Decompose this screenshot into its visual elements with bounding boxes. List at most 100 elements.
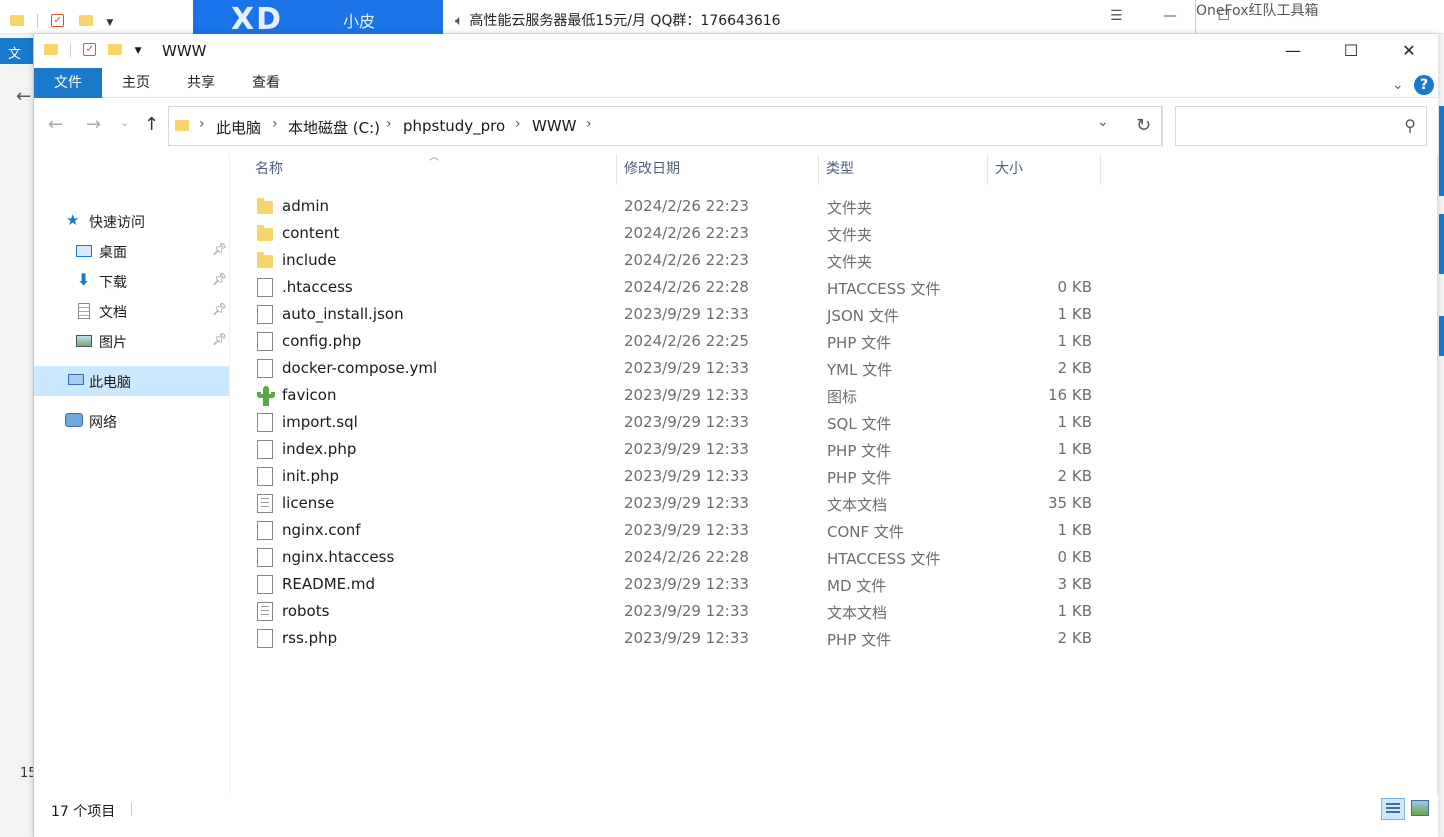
pin-icon[interactable]: 📌︎ <box>212 332 227 346</box>
breadcrumb-this-pc[interactable]: 此电脑 <box>216 117 261 138</box>
tab-share[interactable]: 共享 <box>174 68 228 98</box>
file-name: import.sql <box>282 413 358 431</box>
file-type: 文本文档 <box>827 604 888 622</box>
table-row[interactable]: license 2023/9/29 12:33 文本文档 35 KB <box>232 490 1438 517</box>
file-type: JSON 文件 <box>827 307 899 325</box>
minimize-button[interactable]: — <box>1264 34 1322 68</box>
file-name: content <box>282 224 340 242</box>
table-row[interactable]: docker-compose.yml 2023/9/29 12:33 YML 文件 2… <box>232 355 1438 382</box>
pin-icon[interactable]: 📌︎ <box>212 302 227 316</box>
sidebar-item-pictures[interactable]: 图片 📌︎ <box>34 326 229 356</box>
file-name: favicon <box>282 386 337 404</box>
file-name: robots <box>282 602 330 620</box>
table-row[interactable]: favicon 2023/9/29 12:33 图标 16 KB <box>232 382 1438 409</box>
chevron-right-icon[interactable]: › <box>272 116 278 132</box>
chevron-right-icon[interactable]: › <box>386 116 392 132</box>
sidebar-item-downloads[interactable]: ⬇ 下载 📌︎ <box>34 266 229 296</box>
table-row[interactable]: README.md 2023/9/29 12:33 MD 文件 3 KB <box>232 571 1438 598</box>
breadcrumb-local-disk[interactable]: 本地磁盘 (C:) <box>288 117 380 138</box>
sidebar-item-documents[interactable]: 文档 📌︎ <box>34 296 229 326</box>
help-icon[interactable]: ? <box>1414 75 1434 95</box>
back-arrow-icon: ← <box>16 86 32 107</box>
file-type: 文本文档 <box>827 496 888 514</box>
chevron-right-icon[interactable]: › <box>515 116 521 132</box>
file-date: 2023/9/29 12:33 <box>624 467 749 485</box>
chevron-right-icon[interactable]: › <box>199 116 205 132</box>
speaker-icon: 🔈︎ <box>455 13 464 29</box>
table-row[interactable]: nginx.htaccess 2024/2/26 22:28 HTACCESS 文件… <box>232 544 1438 571</box>
navigation-pane: ★ 快速访问 桌面 📌︎ ⬇ 下载 📌︎ 文档 📌︎ 图片 📌︎ 此电脑 网络 <box>34 154 230 794</box>
file-name: init.php <box>282 467 340 485</box>
status-divider <box>131 802 132 816</box>
table-row[interactable]: nginx.conf 2023/9/29 12:33 CONF 文件 1 KB <box>232 517 1438 544</box>
sidebar-item-this-pc[interactable]: 此电脑 <box>34 366 229 396</box>
sidebar-item-network[interactable]: 网络 <box>34 406 229 436</box>
search-icon: ⚲ <box>1404 116 1416 135</box>
table-row[interactable]: import.sql 2023/9/29 12:33 SQL 文件 1 KB <box>232 409 1438 436</box>
customize-toolbar-icon[interactable]: ▼ <box>135 46 142 56</box>
file-type: 文件夹 <box>827 226 873 244</box>
network-icon <box>65 413 83 427</box>
table-row[interactable]: config.php 2024/2/26 22:25 PHP 文件 1 KB <box>232 328 1438 355</box>
column-header-date[interactable]: 修改日期 <box>616 154 819 185</box>
large-icons-view-icon[interactable] <box>1411 800 1429 816</box>
table-row[interactable]: rss.php 2023/9/29 12:33 PHP 文件 2 KB <box>232 625 1438 652</box>
details-view-icon[interactable] <box>1381 798 1405 820</box>
close-button[interactable]: ✕ <box>1380 34 1438 68</box>
file-name: nginx.conf <box>282 521 361 539</box>
address-dropdown-icon[interactable]: ⌄ <box>1097 114 1109 130</box>
sidebar-item-label: 快速访问 <box>89 215 145 231</box>
expand-ribbon-icon[interactable]: ⌄ <box>1392 77 1404 93</box>
tab-file[interactable]: 文件 <box>34 68 102 98</box>
title-bar[interactable]: ✓ ▼ WWW — ☐ ✕ <box>34 34 1438 68</box>
search-input[interactable]: ⚲ <box>1175 106 1427 146</box>
file-name: config.php <box>282 332 362 350</box>
file-size: 1 KB <box>1057 602 1092 620</box>
table-row[interactable]: include 2024/2/26 22:23 文件夹 <box>232 247 1438 274</box>
folder-icon <box>175 120 189 131</box>
file-icon <box>257 359 273 378</box>
pin-icon[interactable]: 📌︎ <box>212 272 227 286</box>
file-name: nginx.htaccess <box>282 548 395 566</box>
maximize-button[interactable]: ☐ <box>1322 34 1380 68</box>
file-type: HTACCESS 文件 <box>827 280 941 298</box>
chevron-right-icon[interactable]: › <box>586 116 592 132</box>
file-name: .htaccess <box>282 278 353 296</box>
file-size: 3 KB <box>1057 575 1092 593</box>
folder-icon <box>10 15 24 26</box>
file-icon <box>257 413 273 432</box>
file-type: 文件夹 <box>827 199 873 217</box>
sidebar-item-desktop[interactable]: 桌面 📌︎ <box>34 236 229 266</box>
pin-icon[interactable]: 📌︎ <box>212 242 227 256</box>
file-date: 2024/2/26 22:28 <box>624 548 749 566</box>
back-button[interactable]: ← <box>48 114 63 135</box>
explorer-window: ✓ ▼ WWW — ☐ ✕ 文件 主页 共享 查看 ⌄ ? ← → ⌄ ↑ › … <box>33 34 1438 837</box>
file-size: 0 KB <box>1057 548 1092 566</box>
column-headers: ︿ 名称 修改日期 类型 大小 <box>232 152 1438 185</box>
new-folder-icon[interactable] <box>108 44 123 55</box>
up-button[interactable]: ↑ <box>144 114 159 135</box>
table-row[interactable]: .htaccess 2024/2/26 22:28 HTACCESS 文件 0 KB <box>232 274 1438 301</box>
file-date: 2023/9/29 12:33 <box>624 602 749 620</box>
table-row[interactable]: robots 2023/9/29 12:33 文本文档 1 KB <box>232 598 1438 625</box>
column-header-type[interactable]: 类型 <box>818 154 988 185</box>
tab-view[interactable]: 查看 <box>239 68 293 98</box>
table-row[interactable]: admin 2024/2/26 22:23 文件夹 <box>232 193 1438 220</box>
forward-button[interactable]: → <box>86 114 101 135</box>
table-row[interactable]: content 2024/2/26 22:23 文件夹 <box>232 220 1438 247</box>
table-row[interactable]: auto_install.json 2023/9/29 12:33 JSON 文件 1… <box>232 301 1438 328</box>
sidebar-item-quick-access[interactable]: ★ 快速访问 <box>34 206 229 236</box>
sidebar-item-label: 网络 <box>89 415 117 431</box>
table-row[interactable]: init.php 2023/9/29 12:33 PHP 文件 2 KB <box>232 463 1438 490</box>
refresh-button[interactable]: ↻ <box>1125 106 1163 146</box>
column-header-size[interactable]: 大小 <box>987 154 1101 185</box>
table-row[interactable]: index.php 2023/9/29 12:33 PHP 文件 1 KB <box>232 436 1438 463</box>
properties-icon[interactable]: ✓ <box>83 43 97 56</box>
column-header-name[interactable]: 名称 <box>247 154 617 185</box>
file-icon <box>257 332 273 351</box>
tab-home[interactable]: 主页 <box>109 68 163 98</box>
recent-locations-button[interactable]: ⌄ <box>120 116 129 129</box>
breadcrumb-phpstudy-pro[interactable]: phpstudy_pro <box>403 117 505 135</box>
address-bar[interactable]: › 此电脑 › 本地磁盘 (C:) › phpstudy_pro › WWW ›… <box>168 106 1162 146</box>
breadcrumb-www[interactable]: WWW <box>532 117 577 135</box>
